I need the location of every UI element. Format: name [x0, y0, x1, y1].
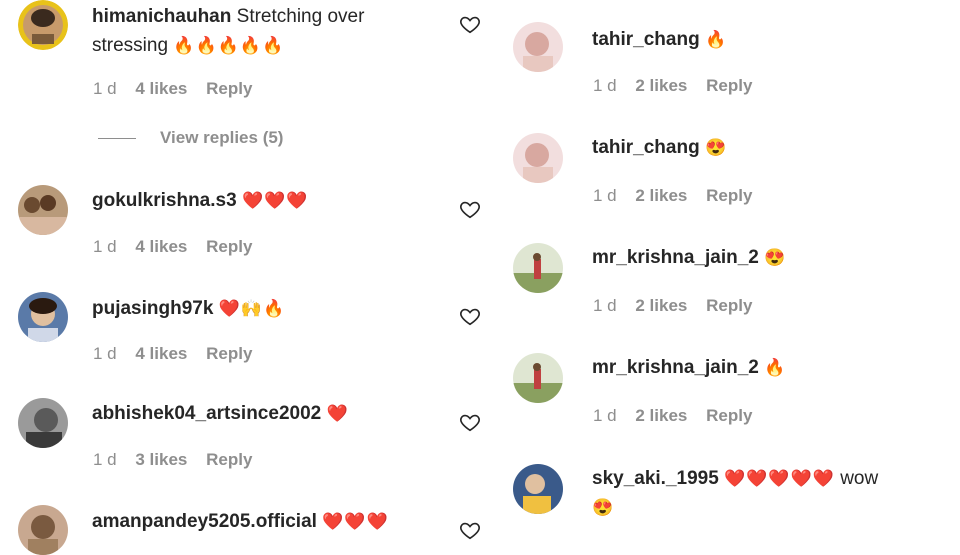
comment-emoji: ❤️❤️❤️ [322, 512, 389, 531]
avatar[interactable] [513, 464, 563, 514]
comment-body: abhishek04_artsince2002 ❤️ [92, 399, 349, 428]
username[interactable]: tahir_chang [592, 137, 700, 158]
reply-button[interactable]: Reply [206, 344, 252, 363]
username[interactable]: gokulkrishna.s3 [92, 190, 237, 211]
reply-button[interactable]: Reply [206, 79, 252, 98]
username[interactable]: abhishek04_artsince2002 [92, 403, 321, 424]
username[interactable]: sky_aki._1995 [592, 468, 719, 489]
likes-count[interactable]: 4 likes [135, 79, 187, 98]
comment-body: pujasingh97k ❤️🙌🔥 [92, 294, 285, 323]
comment-meta: 1 d 2 likes Reply [593, 406, 766, 426]
comment-text-line2: stressing [92, 35, 169, 56]
comment-meta: 1 d 4 likes Reply [93, 344, 266, 364]
comment-body: tahir_chang 😍 [592, 133, 727, 162]
comment-body: gokulkrishna.s3 ❤️❤️❤️ [92, 186, 308, 215]
timestamp: 1 d [93, 344, 117, 363]
avatar[interactable] [513, 353, 563, 403]
reply-button[interactable]: Reply [206, 237, 252, 256]
comment-emoji: ❤️ [326, 404, 349, 423]
username[interactable]: pujasingh97k [92, 298, 213, 319]
comment-emoji: ❤️❤️❤️ [241, 191, 309, 210]
likes-count[interactable]: 2 likes [635, 186, 687, 205]
avatar[interactable] [513, 22, 563, 72]
timestamp: 1 d [93, 79, 117, 98]
comment-emoji: ❤️🙌🔥 [218, 299, 286, 318]
username[interactable]: mr_krishna_jain_2 [592, 357, 759, 378]
comment-body: mr_krishna_jain_2 🔥 [592, 353, 786, 382]
heart-outline-icon[interactable] [459, 13, 481, 35]
avatar[interactable] [18, 292, 68, 342]
avatar[interactable] [18, 185, 68, 235]
username[interactable]: tahir_chang [592, 29, 700, 50]
likes-count[interactable]: 4 likes [135, 344, 187, 363]
likes-count[interactable]: 3 likes [135, 450, 187, 469]
avatar[interactable] [18, 505, 68, 555]
reply-button[interactable]: Reply [706, 76, 752, 95]
comments-column-left: himanichauhan Stretching over stressing … [0, 0, 490, 555]
likes-count[interactable]: 2 likes [635, 76, 687, 95]
avatar[interactable] [18, 0, 68, 50]
avatar[interactable] [18, 398, 68, 448]
heart-outline-icon[interactable] [459, 305, 481, 327]
reply-button[interactable]: Reply [706, 186, 752, 205]
likes-count[interactable]: 2 likes [635, 296, 687, 315]
comment-emoji: 🔥 [704, 30, 728, 49]
username[interactable]: amanpandey5205.official [92, 511, 317, 532]
comment-body: tahir_chang 🔥 [592, 25, 727, 54]
comment-emoji: ❤️❤️❤️❤️❤️ [724, 469, 835, 488]
heart-outline-icon[interactable] [459, 519, 481, 541]
username[interactable]: himanichauhan [92, 6, 231, 27]
heart-outline-icon[interactable] [459, 198, 481, 220]
comment-emoji: 🔥🔥🔥🔥🔥 [173, 36, 285, 55]
comment-body: himanichauhan Stretching over stressing … [92, 2, 422, 60]
comment-body: sky_aki._1995 ❤️❤️❤️❤️❤️ wow 😍 [592, 464, 952, 522]
comment-meta: 1 d 2 likes Reply [593, 296, 766, 316]
comment-meta: 1 d 2 likes Reply [593, 186, 766, 206]
timestamp: 1 d [593, 186, 617, 205]
comment-emoji: 😍 [764, 248, 787, 267]
timestamp: 1 d [93, 237, 117, 256]
comment-body: amanpandey5205.official ❤️❤️❤️ [92, 507, 389, 536]
view-replies-button[interactable]: View replies (5) [98, 128, 283, 148]
comment-emoji-line2: 😍 [592, 498, 615, 517]
heart-outline-icon[interactable] [459, 411, 481, 433]
view-replies-divider [98, 137, 136, 139]
comment-meta: 1 d 4 likes Reply [93, 237, 266, 257]
comment-text: wow [840, 468, 879, 489]
timestamp: 1 d [93, 450, 117, 469]
comment-text: Stretching over [236, 6, 365, 27]
username[interactable]: mr_krishna_jain_2 [592, 247, 759, 268]
comment-meta: 1 d 2 likes Reply [593, 76, 766, 96]
avatar[interactable] [513, 243, 563, 293]
comment-meta: 1 d 3 likes Reply [93, 450, 266, 470]
timestamp: 1 d [593, 406, 617, 425]
comment-emoji: 😍 [704, 138, 728, 157]
comment-emoji: 🔥 [764, 358, 787, 377]
likes-count[interactable]: 4 likes [135, 237, 187, 256]
likes-count[interactable]: 2 likes [635, 406, 687, 425]
view-replies-label: View replies (5) [160, 128, 284, 147]
comments-column-right: tahir_chang 🔥 1 d 2 likes Reply tahir_ch… [500, 0, 960, 540]
reply-button[interactable]: Reply [706, 296, 752, 315]
comment-meta: 1 d 4 likes Reply [93, 79, 266, 99]
timestamp: 1 d [593, 76, 617, 95]
comment-body: mr_krishna_jain_2 😍 [592, 243, 786, 272]
avatar[interactable] [513, 133, 563, 183]
timestamp: 1 d [593, 296, 617, 315]
reply-button[interactable]: Reply [706, 406, 752, 425]
reply-button[interactable]: Reply [206, 450, 252, 469]
